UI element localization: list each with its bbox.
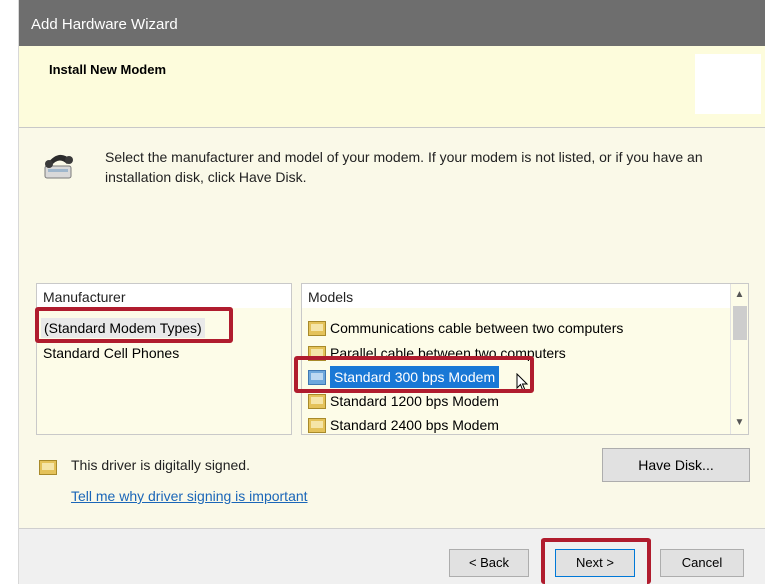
manufacturer-list[interactable]: Manufacturer (Standard Modem Types) Stan… xyxy=(36,283,292,435)
next-button[interactable]: Next > xyxy=(555,549,635,577)
model-item-300-bps[interactable]: Standard 300 bps Modem xyxy=(308,366,500,388)
back-button[interactable]: < Back xyxy=(449,549,529,577)
modem-phone-icon xyxy=(44,154,73,179)
have-disk-label: Have Disk... xyxy=(638,457,714,473)
intro-instructions: Select the manufacturer and model of you… xyxy=(105,149,703,185)
window-title: Add Hardware Wizard xyxy=(31,16,178,33)
scroll-down-icon[interactable]: ▼ xyxy=(731,414,748,432)
model-item-parallel-cable[interactable]: Parallel cable between two computers xyxy=(308,342,566,364)
model-item-comm-cable[interactable]: Communications cable between two compute… xyxy=(308,317,623,339)
driver-signed-status: This driver is digitally signed. xyxy=(71,457,250,473)
cancel-label: Cancel xyxy=(681,555,723,570)
models-header: Models xyxy=(302,284,748,308)
modem-driver-icon xyxy=(308,320,326,336)
modem-driver-icon xyxy=(308,345,326,361)
models-scrollbar[interactable]: ▲ ▼ xyxy=(730,284,748,434)
wizard-window: Add Hardware Wizard Install New Modem Se… xyxy=(18,0,765,584)
scroll-thumb[interactable] xyxy=(733,306,747,340)
model-item-2400-bps[interactable]: Standard 2400 bps Modem xyxy=(308,414,499,434)
scroll-up-icon[interactable]: ▲ xyxy=(731,286,748,304)
manufacturer-item-standard-cell-phones[interactable]: Standard Cell Phones xyxy=(43,343,179,363)
modem-driver-icon xyxy=(308,369,326,385)
models-list[interactable]: Models Communications cable between two … xyxy=(301,283,749,435)
back-label: < Back xyxy=(468,555,510,570)
modem-driver-icon xyxy=(308,417,326,433)
wizard-footer: < Back Next > Cancel xyxy=(19,528,765,584)
next-label: Next > xyxy=(576,555,614,570)
model-item-1200-bps[interactable]: Standard 1200 bps Modem xyxy=(308,390,499,412)
page-title: Install New Modem xyxy=(49,62,167,77)
title-bar: Add Hardware Wizard xyxy=(19,0,765,46)
mouse-cursor-icon xyxy=(516,373,529,392)
wizard-header: Install New Modem xyxy=(19,46,765,128)
manufacturer-item-standard-modem-types[interactable]: (Standard Modem Types) xyxy=(41,318,205,338)
cancel-button[interactable]: Cancel xyxy=(660,549,744,577)
driver-signing-link[interactable]: Tell me why driver signing is important xyxy=(71,488,308,504)
header-image-area xyxy=(695,54,761,114)
driver-signed-icon xyxy=(39,460,57,475)
modem-driver-icon xyxy=(308,393,326,409)
manufacturer-header: Manufacturer xyxy=(37,284,291,308)
have-disk-button[interactable]: Have Disk... xyxy=(602,448,750,482)
